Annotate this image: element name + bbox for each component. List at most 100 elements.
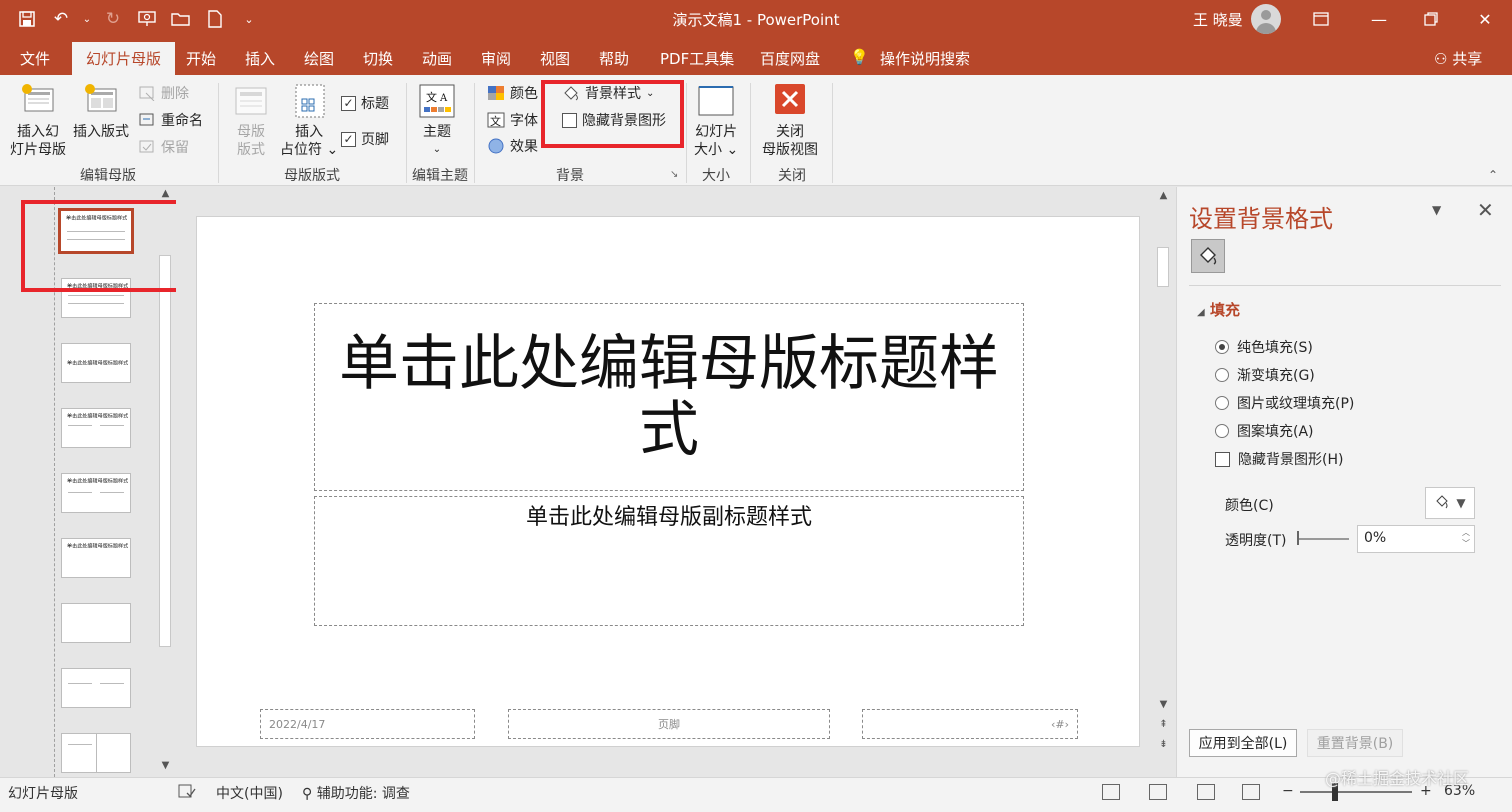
tab-insert[interactable]: 插入 — [245, 48, 275, 69]
thumbnail-layout[interactable] — [61, 668, 131, 708]
thumbnail-layout[interactable] — [61, 603, 131, 643]
spell-check-icon[interactable] — [178, 783, 196, 803]
insert-layout-button[interactable]: 插入版式 — [73, 83, 129, 141]
pane-options-icon[interactable]: ▼ — [1432, 203, 1441, 217]
scroll-down-icon[interactable]: ▼ — [157, 760, 174, 771]
picture-fill-option[interactable]: 图片或纹理填充(P) — [1215, 393, 1354, 413]
tab-pdf-tools[interactable]: PDF工具集 — [660, 48, 734, 69]
preserve-button[interactable]: 保留 — [138, 137, 189, 157]
delete-button[interactable]: 删除 — [138, 83, 189, 103]
insert-placeholder-button[interactable]: 插入 占位符 ⌄ — [280, 83, 338, 159]
title-placeholder[interactable]: 单击此处编辑母版标题样式 — [314, 303, 1024, 491]
transparency-input[interactable]: 0% ︿ ﹀ — [1357, 525, 1475, 553]
tab-draw[interactable]: 绘图 — [304, 48, 334, 69]
next-slide-icon[interactable]: ⇟ — [1155, 739, 1172, 750]
ribbon-separator — [832, 83, 833, 183]
date-placeholder[interactable]: 2022/4/17 — [260, 709, 475, 739]
accessibility-indicator[interactable]: ⚲ 辅助功能: 调查 — [302, 783, 410, 803]
background-styles-button[interactable]: 背景样式 ⌄ — [562, 83, 654, 103]
footer-checkbox[interactable]: ✓ 页脚 — [341, 129, 389, 149]
scrollbar-thumb[interactable] — [1157, 247, 1169, 287]
user-name[interactable]: 王 晓曼 — [1193, 9, 1243, 30]
tab-baidu-netdisk[interactable]: 百度网盘 — [760, 48, 820, 69]
effects-button[interactable]: 效果 — [487, 136, 538, 156]
collapse-ribbon-icon[interactable]: ⌃ — [1488, 168, 1498, 182]
slide-show-view-icon[interactable] — [1242, 784, 1260, 800]
title-checkbox-box[interactable]: ✓ — [341, 95, 356, 111]
slide-canvas[interactable]: 单击此处编辑母版标题样式 单击此处编辑母版副标题样式 2022/4/17 页脚 … — [196, 216, 1140, 747]
reset-background-button[interactable]: 重置背景(B) — [1307, 729, 1403, 757]
close-window-icon[interactable]: ✕ — [1470, 6, 1500, 32]
picture-fill-radio[interactable] — [1215, 396, 1229, 410]
rename-button[interactable]: 重命名 — [138, 110, 203, 130]
tell-me-search[interactable]: 操作说明搜索 — [880, 48, 970, 69]
tab-animations[interactable]: 动画 — [422, 48, 452, 69]
thumbnail-layout[interactable]: 单击此处编辑母版标题样式 — [61, 473, 131, 513]
canvas-scrollbar[interactable]: ▲ ▼ ⇞ ⇟ — [1155, 187, 1172, 757]
zoom-out-button[interactable]: − — [1282, 783, 1294, 799]
footer-placeholder[interactable]: 页脚 — [508, 709, 830, 739]
minimize-icon[interactable]: — — [1364, 6, 1394, 32]
slide-size-button[interactable]: 幻灯片 大小 ⌄ — [694, 83, 738, 159]
tab-transitions[interactable]: 切换 — [363, 48, 393, 69]
fill-section-header[interactable]: ◢ 填充 — [1197, 299, 1240, 320]
hide-background-graphics-pane-checkbox[interactable] — [1215, 451, 1230, 467]
solid-fill-option[interactable]: 纯色填充(S) — [1215, 337, 1313, 357]
thumbnail-layout[interactable] — [61, 733, 131, 773]
slide-sorter-view-icon[interactable] — [1149, 784, 1167, 800]
thumbnail-layout[interactable]: 单击此处编辑母版标题样式 — [61, 538, 131, 578]
hide-background-graphics-option[interactable]: 隐藏背景图形(H) — [1215, 449, 1343, 469]
thumbnail-layout[interactable]: 单击此处编辑母版标题样式 — [61, 408, 131, 448]
scroll-down-icon[interactable]: ▼ — [1155, 699, 1172, 710]
insert-slide-master-button[interactable]: 插入幻 灯片母版 — [10, 83, 66, 159]
zoom-slider[interactable] — [1300, 791, 1412, 793]
previous-slide-icon[interactable]: ⇞ — [1155, 719, 1172, 730]
thumbnail-slide-master[interactable]: 单击此处编辑母版标题样式 — [58, 208, 134, 254]
language-indicator[interactable]: 中文(中国) — [216, 783, 283, 803]
restore-icon[interactable] — [1416, 6, 1446, 32]
scroll-up-icon[interactable]: ▲ — [1155, 190, 1172, 201]
background-dialog-launcher-icon[interactable]: ↘ — [670, 169, 678, 180]
reading-view-icon[interactable] — [1197, 784, 1215, 800]
title-checkbox[interactable]: ✓ 标题 — [341, 93, 389, 113]
scrollbar-thumb[interactable] — [159, 255, 171, 647]
spin-up-icon[interactable]: ︿ — [1462, 527, 1470, 538]
transparency-slider-handle[interactable] — [1297, 531, 1299, 545]
normal-view-icon[interactable] — [1102, 784, 1120, 800]
slide-number-placeholder[interactable]: ‹#› — [862, 709, 1078, 739]
fill-color-picker[interactable]: ▼ — [1425, 487, 1475, 519]
tab-home[interactable]: 开始 — [186, 48, 216, 69]
subtitle-placeholder[interactable]: 单击此处编辑母版副标题样式 — [314, 496, 1024, 626]
fonts-button[interactable]: 文 字体 — [487, 110, 538, 130]
close-master-view-button[interactable]: 关闭 母版视图 — [762, 83, 818, 159]
colors-button[interactable]: 颜色 — [487, 83, 538, 103]
footer-checkbox-box[interactable]: ✓ — [341, 131, 356, 147]
tab-file[interactable]: 文件 — [20, 48, 50, 69]
share-button[interactable]: ⚇ 共享 — [1434, 48, 1482, 69]
scroll-up-icon[interactable]: ▲ — [157, 188, 174, 199]
gradient-fill-radio[interactable] — [1215, 368, 1229, 382]
hide-background-graphics-checkbox[interactable]: 隐藏背景图形 — [562, 110, 666, 130]
ribbon-display-options-icon[interactable] — [1306, 6, 1336, 32]
thumbnail-layout[interactable]: 单击此处编辑母版标题样式 — [61, 278, 131, 318]
close-pane-icon[interactable]: ✕ — [1477, 198, 1494, 222]
avatar[interactable] — [1251, 4, 1281, 34]
tab-review[interactable]: 审阅 — [481, 48, 511, 69]
hide-background-graphics-box[interactable] — [562, 112, 577, 128]
lightbulb-icon[interactable]: 💡 — [850, 48, 869, 66]
thumbnail-layout[interactable]: 单击此处编辑母版标题样式 — [61, 343, 131, 383]
fill-bucket-icon[interactable] — [1191, 239, 1225, 273]
transparency-slider[interactable] — [1297, 538, 1349, 540]
master-layout-button[interactable]: 母版 版式 — [232, 83, 270, 159]
spin-down-icon[interactable]: ﹀ — [1462, 538, 1470, 549]
solid-fill-radio[interactable] — [1215, 340, 1229, 354]
tab-help[interactable]: 帮助 — [599, 48, 629, 69]
pattern-fill-radio[interactable] — [1215, 424, 1229, 438]
themes-button[interactable]: 文A 主题 ⌄ — [418, 83, 456, 159]
apply-to-all-button[interactable]: 应用到全部(L) — [1189, 729, 1297, 757]
tab-slide-master[interactable]: 幻灯片母版 — [72, 42, 176, 75]
gradient-fill-option[interactable]: 渐变填充(G) — [1215, 365, 1315, 385]
thumbnail-scrollbar[interactable]: ▲ ▼ — [157, 187, 174, 777]
tab-view[interactable]: 视图 — [540, 48, 570, 69]
pattern-fill-option[interactable]: 图案填充(A) — [1215, 421, 1314, 441]
